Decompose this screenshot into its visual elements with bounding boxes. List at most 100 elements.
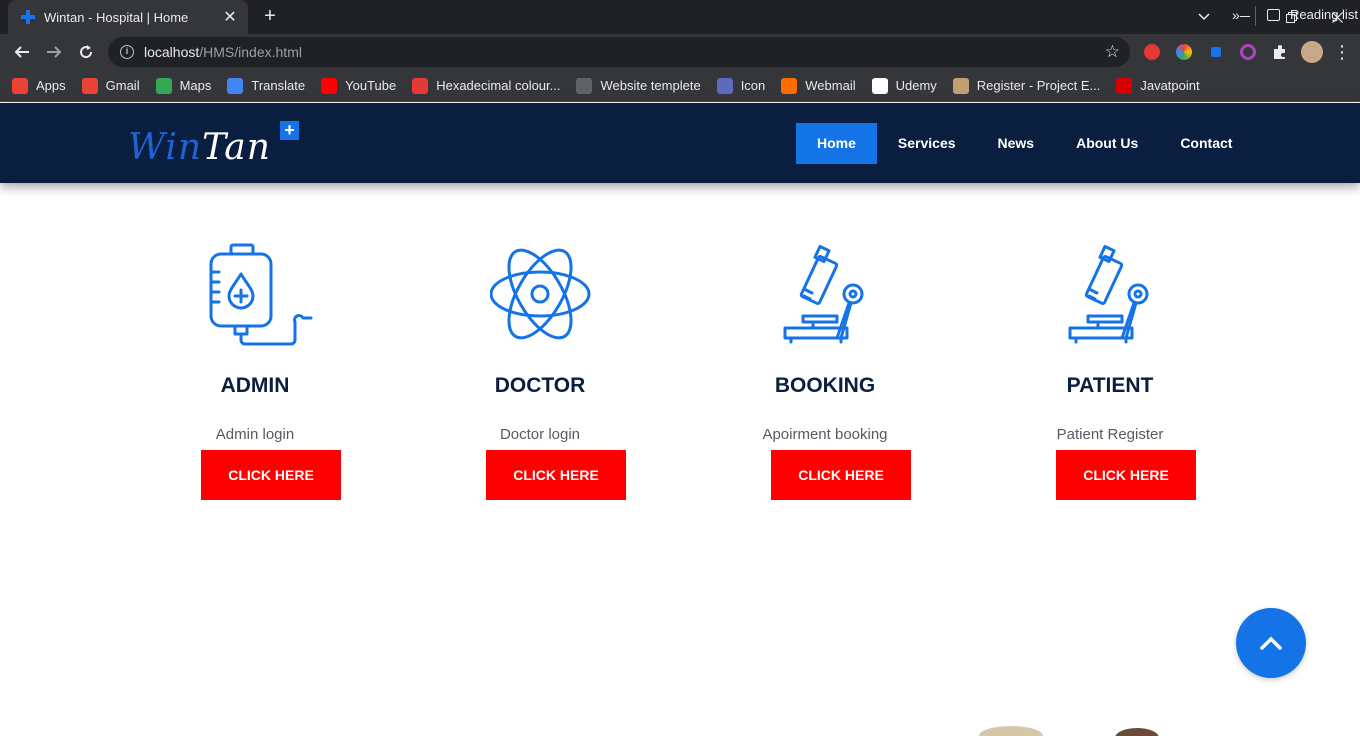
close-icon[interactable]: ✕	[222, 7, 238, 27]
scroll-to-top-button[interactable]	[1236, 608, 1306, 678]
card-admin: ADMIN Admin login CLICK HERE	[155, 240, 355, 510]
tab-title: Wintan - Hospital | Home	[44, 9, 189, 25]
card-title: DOCTOR	[494, 374, 586, 397]
site-header: WinTan + Home Services News About Us Con…	[0, 103, 1360, 183]
gmail-icon	[81, 77, 98, 94]
card-title: PATIENT	[1066, 374, 1154, 397]
reading-list-label: Reading list	[1290, 7, 1358, 22]
card-description: Patient Register	[1056, 426, 1164, 443]
card-description: Doctor login	[499, 426, 581, 443]
maps-icon	[155, 77, 172, 94]
tab-search-chevron-icon[interactable]	[1192, 5, 1216, 29]
minimize-icon[interactable]	[1222, 0, 1268, 34]
bookmark-website-templete[interactable]: Website templete	[576, 77, 701, 94]
bookmark-label: Maps	[179, 78, 212, 93]
bookmark-label: Javatpoint	[1140, 78, 1200, 93]
bookmarks-bar: Apps Gmail Maps Translate YouTube Hexadecimal…	[0, 70, 1360, 102]
bookmark-label: Apps	[36, 78, 66, 93]
bookmark-label: Webmail	[805, 78, 856, 93]
card-patient: PATIENT Patient Register CLICK HERE	[1010, 240, 1210, 510]
nav-item-about-us[interactable]: About Us	[1055, 123, 1159, 164]
profile-avatar[interactable]	[1300, 40, 1324, 64]
eyedropper-extension-icon[interactable]	[1204, 40, 1228, 64]
javatpoint-icon	[1116, 77, 1133, 94]
reload-icon[interactable]	[72, 38, 100, 66]
webmail-icon	[781, 77, 798, 94]
nav-item-news[interactable]: News	[977, 123, 1056, 164]
new-tab-button[interactable]: +	[258, 5, 282, 29]
nav-item-services[interactable]: Services	[877, 123, 977, 164]
microscope-icon	[783, 244, 864, 344]
extensions-area	[1140, 40, 1324, 64]
card-title: ADMIN	[220, 374, 290, 397]
booking-click-here-button[interactable]: CLICK HERE	[771, 450, 911, 500]
site-logo[interactable]: WinTan +	[128, 121, 308, 171]
card-doctor: DOCTOR Doctor login CLICK HERE	[440, 240, 640, 510]
bookmark-label: Translate	[251, 78, 306, 93]
bookmark-label: Gmail	[105, 78, 140, 93]
apps-grid-icon	[12, 77, 28, 94]
bookmark-maps[interactable]: Maps	[155, 77, 212, 94]
browser-tab[interactable]: Wintan - Hospital | Home ✕	[8, 0, 248, 34]
bookmark-label: Website templete	[600, 78, 701, 93]
bookmark-hexadecimal-colour[interactable]: Hexadecimal colour...	[412, 77, 561, 94]
chevron-up-icon	[1260, 636, 1282, 650]
nav-item-home[interactable]: Home	[796, 123, 877, 164]
browser-menu-icon[interactable]: ⋮	[1332, 40, 1352, 64]
translate-icon	[227, 77, 244, 94]
card-description: Apoirment booking	[762, 426, 888, 443]
card-description: Admin login	[215, 426, 295, 443]
register-icon	[952, 77, 969, 94]
youtube-icon	[321, 77, 338, 94]
hero-photo-image	[979, 726, 1159, 736]
forward-arrow-icon[interactable]	[40, 38, 68, 66]
bookmark-webmail[interactable]: Webmail	[781, 77, 856, 94]
iv-bag-icon	[209, 243, 313, 346]
logo-text: WinTan	[128, 127, 271, 168]
admin-click-here-button[interactable]: CLICK HERE	[201, 450, 341, 500]
bookmark-youtube[interactable]: YouTube	[321, 77, 397, 94]
bookmark-label: Udemy	[895, 78, 937, 93]
browser-toolbar: i localhost/HMS/index.html ☆ ⋮	[0, 34, 1360, 70]
card-title: BOOKING	[774, 374, 876, 397]
address-bar[interactable]: i localhost/HMS/index.html ☆	[108, 37, 1130, 67]
bookmark-label: Hexadecimal colour...	[436, 78, 561, 93]
microscope-icon	[1068, 244, 1149, 344]
puzzle-extensions-icon[interactable]	[1268, 40, 1292, 64]
colorzilla-extension-icon[interactable]	[1236, 40, 1260, 64]
bookmark-gmail[interactable]: Gmail	[81, 77, 140, 94]
bookmark-translate[interactable]: Translate	[227, 77, 306, 94]
hospital-favicon-icon	[20, 9, 36, 25]
url-host: localhost	[144, 44, 200, 60]
card-booking: BOOKING Apoirment booking CLICK HERE	[725, 240, 925, 510]
atom-icon	[490, 248, 591, 340]
bookmark-apps[interactable]: Apps	[12, 77, 66, 94]
doctor-click-here-button[interactable]: CLICK HERE	[486, 450, 626, 500]
bookmark-label: Register - Project E...	[976, 78, 1101, 93]
bookmark-icon[interactable]: Icon	[716, 77, 766, 94]
reading-list-button[interactable]: Reading list	[1267, 7, 1358, 22]
reading-list-icon	[1267, 8, 1280, 21]
bookmark-register-project-e[interactable]: Register - Project E...	[952, 77, 1101, 94]
icon-site-icon	[716, 77, 733, 94]
template-icon	[576, 77, 593, 94]
nav-item-contact[interactable]: Contact	[1159, 123, 1253, 164]
hex-color-icon	[412, 77, 429, 94]
more-bookmarks-chevron-icon[interactable]: »	[1232, 7, 1240, 23]
url-path: /HMS/index.html	[199, 44, 302, 60]
adblock-extension-icon[interactable]	[1140, 40, 1164, 64]
bookmarks-divider	[1255, 6, 1256, 26]
logo-plus-icon: +	[280, 121, 299, 140]
udemy-icon	[871, 77, 888, 94]
bookmark-javatpoint[interactable]: Javatpoint	[1116, 77, 1200, 94]
color-extension-icon[interactable]	[1172, 40, 1196, 64]
bookmark-star-icon[interactable]: ☆	[1105, 42, 1120, 62]
bookmark-udemy[interactable]: Udemy	[871, 77, 937, 94]
patient-click-here-button[interactable]: CLICK HERE	[1056, 450, 1196, 500]
back-arrow-icon[interactable]	[8, 38, 36, 66]
bookmark-label: Icon	[740, 78, 766, 93]
browser-tabstrip: Wintan - Hospital | Home ✕ +	[0, 0, 1360, 34]
main-nav: Home Services News About Us Contact	[796, 123, 1253, 164]
site-info-icon[interactable]: i	[120, 45, 134, 59]
bookmark-label: YouTube	[345, 78, 397, 93]
